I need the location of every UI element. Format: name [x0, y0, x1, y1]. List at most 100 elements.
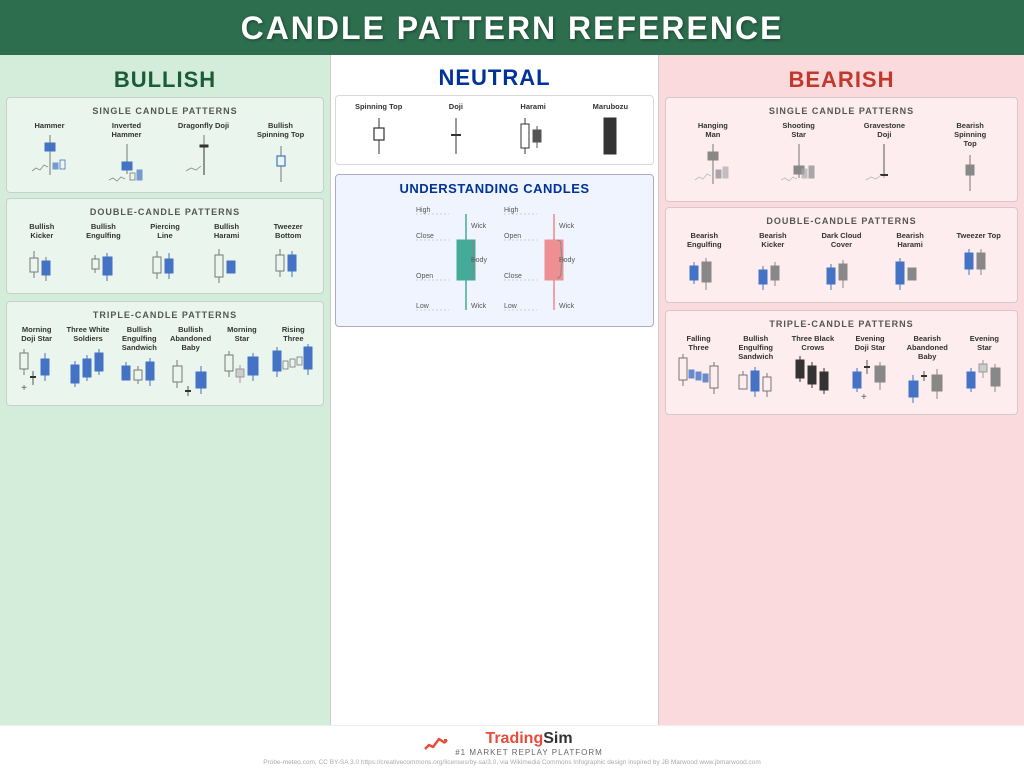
es-visual [962, 354, 1007, 399]
gd-visual [862, 141, 907, 186]
bullish-double-label: DOUBLE-CANDLE PATTERNS [11, 207, 319, 217]
be-visual [81, 242, 126, 287]
bullish-double-section: DOUBLE-CANDLE PATTERNS Bullish Kicker [6, 198, 324, 294]
tt-name: Tweezer Top [957, 231, 1001, 240]
svg-text:+: + [861, 392, 867, 403]
pk-visual [19, 242, 64, 287]
harami-name: Harami [520, 102, 545, 111]
bearish-header: BEARISH [665, 61, 1018, 97]
svg-text:Close: Close [504, 273, 522, 280]
brand-name: TradingSim [455, 730, 603, 748]
pattern-hammer: Hammer [22, 121, 77, 177]
beng-visual [682, 251, 727, 296]
bharami-name: Bearish Harami [888, 231, 933, 249]
doji-visual [428, 113, 483, 158]
pattern-dragonfly-doji-visual [176, 132, 231, 177]
bearish-column: BEARISH SINGLE CANDLE PATTERNS Hanging M… [659, 55, 1024, 725]
understanding-section: UNDERSTANDING CANDLES High Close Open Lo… [335, 174, 654, 327]
pattern-rising-three: Rising Three [271, 325, 316, 390]
pattern-bullish-spinning-top-name: Bullish Spinning Top [253, 121, 308, 139]
bab2-visual [905, 363, 950, 408]
ms-name: Morning Star [219, 325, 264, 343]
tbc-visual [790, 354, 835, 399]
bearish-single-label: SINGLE CANDLE PATTERNS [670, 106, 1013, 116]
bes-visual [117, 354, 162, 399]
pattern-harami: Harami [506, 102, 561, 158]
rt-name: Rising Three [271, 325, 316, 343]
dcc-name: Dark Cloud Cover [819, 231, 864, 249]
bharami-visual [888, 251, 933, 296]
mds-visual: + [14, 345, 59, 390]
pattern-bullish-engulfing-sandwich: Bullish Engulfing Sandwich [117, 325, 162, 399]
page-title: CANDLE PATTERN REFERENCE [0, 10, 1024, 47]
columns: BULLISH SINGLE CANDLE PATTERNS Hammer [0, 55, 1024, 725]
bearish-triple-label: TRIPLE-CANDLE PATTERNS [670, 319, 1013, 329]
neutral-column: NEUTRAL Spinning Top [330, 55, 659, 725]
svg-text:High: High [504, 207, 519, 214]
bullish-triple-section: TRIPLE-CANDLE PATTERNS Morning Doji Star [6, 301, 324, 406]
pattern-evening-doji-star: Evening Doji Star + [848, 334, 893, 399]
bearish-single-section: SINGLE CANDLE PATTERNS Hanging Man [665, 97, 1018, 202]
ss-visual [776, 141, 821, 186]
pattern-bullish-engulfing: Bullish Engulfing [81, 222, 126, 287]
pattern-tweezer-bottom: Tweezer Bottom [266, 222, 311, 287]
svg-text:Low: Low [504, 303, 518, 310]
pattern-bullish-spinning-top-visual [253, 141, 308, 186]
pattern-piercing-line: Piercing Line [142, 222, 187, 287]
pattern-hammer-visual [22, 132, 77, 177]
eds-name: Evening Doji Star [848, 334, 893, 352]
svg-text:Body: Body [559, 257, 575, 264]
bullish-single-grid: Hammer [11, 119, 319, 188]
svg-text:Wick: Wick [471, 303, 487, 310]
pattern-inverted-hammer-name: Inverted Hammer [99, 121, 154, 139]
bearish-double-section: DOUBLE-CANDLE PATTERNS Bearish Engulfing [665, 207, 1018, 303]
pattern-bullish-abandoned-baby: Bullish Abandoned Baby [168, 325, 213, 399]
gd-name: Gravestone Doji [862, 121, 907, 139]
ss-name: Shooting Star [776, 121, 821, 139]
svg-text:Low: Low [416, 303, 430, 310]
svg-text:Open: Open [416, 273, 433, 280]
svg-text:+: + [21, 383, 27, 394]
bab2-name: Bearish Abandoned Baby [905, 334, 950, 361]
neutral-single-grid: Spinning Top Doji [340, 100, 649, 160]
tb-visual [266, 242, 311, 287]
pattern-bearish-kicker: Bearish Kicker [750, 231, 795, 296]
bearish-double-grid: Bearish Engulfing [670, 229, 1013, 298]
neutral-header: NEUTRAL [335, 59, 654, 95]
brand-tagline: #1 MARKET REPLAY PLATFORM [455, 748, 603, 757]
mds-name: Morning Doji Star [14, 325, 59, 343]
bullish-single-label: SINGLE CANDLE PATTERNS [11, 106, 319, 116]
pattern-hanging-man: Hanging Man [690, 121, 735, 186]
bens-name: Bullish Engulfing Sandwich [733, 334, 778, 361]
dcc-visual [819, 251, 864, 296]
st-visual [351, 113, 406, 158]
tbc-name: Three Black Crows [790, 334, 835, 352]
ms-visual [219, 345, 264, 390]
bh-visual [204, 242, 249, 287]
svg-text:Wick: Wick [559, 223, 575, 230]
pattern-bullish-spinning-top: Bullish Spinning Top [253, 121, 308, 186]
pattern-bearish-spinning-top: Bearish Spinning Top [948, 121, 993, 195]
footer: TradingSim #1 MARKET REPLAY PLATFORM Pro… [0, 725, 1024, 768]
pattern-bullish-kicker: Bullish Kicker [19, 222, 64, 287]
hm-visual [690, 141, 735, 186]
pattern-dragonfly-doji: Dragonfly Doji [176, 121, 231, 177]
pl-visual [142, 242, 187, 287]
svg-text:Body: Body [471, 257, 487, 264]
pattern-spinning-top: Spinning Top [351, 102, 406, 158]
svg-text:Wick: Wick [559, 303, 575, 310]
tws-visual [65, 345, 110, 390]
pattern-gravestone-doji: Gravestone Doji [862, 121, 907, 186]
bab-visual [168, 354, 213, 399]
pattern-doji: Doji [428, 102, 483, 158]
svg-text:High: High [416, 207, 431, 214]
bab-name: Bullish Abandoned Baby [168, 325, 213, 352]
bearish-triple-grid: Falling Three [670, 332, 1013, 410]
bens-visual [733, 363, 778, 408]
bk-visual [750, 251, 795, 296]
doji-name: Doji [449, 102, 463, 111]
tt-visual [956, 242, 1001, 287]
svg-text:Close: Close [416, 233, 434, 240]
pattern-bearish-harami: Bearish Harami [888, 231, 933, 296]
pk-name: Bullish Kicker [19, 222, 64, 240]
